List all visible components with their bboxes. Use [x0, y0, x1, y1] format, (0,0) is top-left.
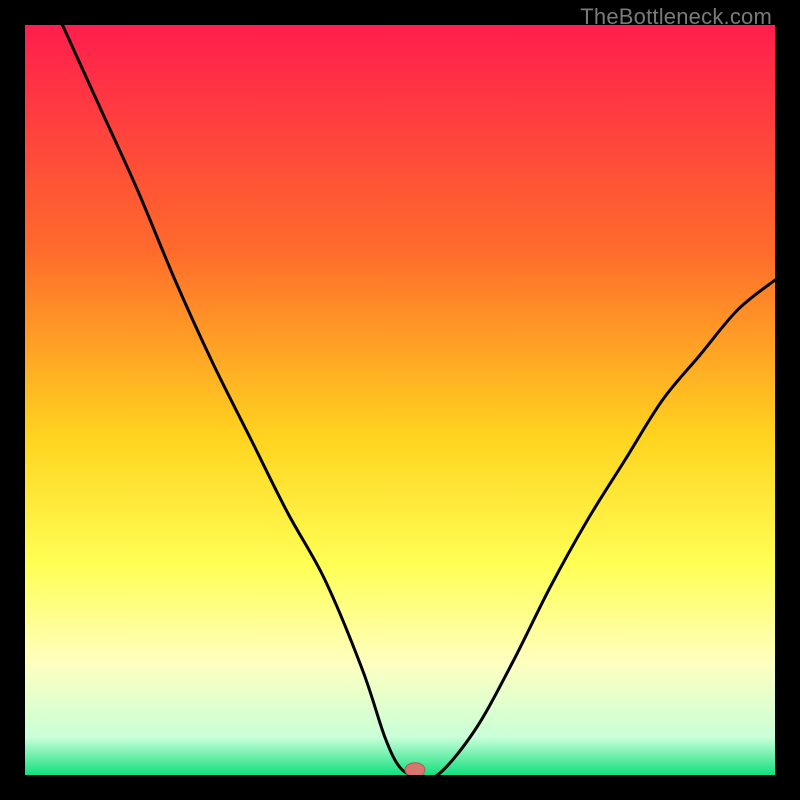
chart-frame: TheBottleneck.com — [0, 0, 800, 800]
plot-area — [25, 25, 775, 775]
minimum-marker — [405, 763, 425, 775]
bottleneck-chart — [25, 25, 775, 775]
